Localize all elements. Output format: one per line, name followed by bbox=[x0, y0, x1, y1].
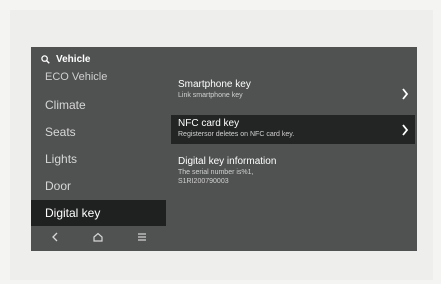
sidebar-item-eco-vehicle[interactable]: ECO Vehicle bbox=[31, 67, 166, 87]
back-icon[interactable] bbox=[48, 230, 62, 244]
sidebar-item-door[interactable]: Door bbox=[31, 173, 166, 199]
smartphone-key-row[interactable]: Smartphone key Link smartphone key bbox=[171, 79, 415, 107]
chevron-right-icon bbox=[402, 124, 409, 136]
row-subtitle: Registersor deletes on NFC card key. bbox=[178, 131, 295, 138]
sidebar-item-seats[interactable]: Seats bbox=[31, 119, 166, 145]
home-icon[interactable] bbox=[91, 230, 105, 244]
bottom-nav-bar bbox=[31, 224, 166, 251]
row-title: Digital key information bbox=[178, 156, 277, 167]
sidebar-item-lights[interactable]: Lights bbox=[31, 146, 166, 172]
nfc-card-key-row[interactable]: NFC card key Registersor deletes on NFC … bbox=[171, 115, 415, 144]
row-subtitle-line2: S1RI200790003 bbox=[178, 178, 229, 185]
sidebar-item-climate[interactable]: Climate bbox=[31, 92, 166, 118]
sidebar-item-digital-key[interactable]: Digital key bbox=[31, 200, 166, 226]
page-title: Vehicle bbox=[56, 54, 91, 65]
main-panel: Smartphone key Link smartphone key NFC c… bbox=[171, 71, 417, 251]
row-subtitle-line1: The serial number is%1, bbox=[178, 169, 254, 176]
vehicle-settings-screen: Vehicle ECO Vehicle Climate Seats Lights… bbox=[31, 47, 417, 251]
row-subtitle: Link smartphone key bbox=[178, 92, 243, 99]
chevron-right-icon bbox=[402, 88, 409, 100]
row-title: NFC card key bbox=[178, 118, 240, 129]
row-title: Smartphone key bbox=[178, 79, 251, 90]
digital-key-information-row[interactable]: Digital key information The serial numbe… bbox=[171, 156, 415, 192]
search-icon[interactable] bbox=[41, 55, 50, 64]
menu-icon[interactable] bbox=[135, 230, 149, 244]
